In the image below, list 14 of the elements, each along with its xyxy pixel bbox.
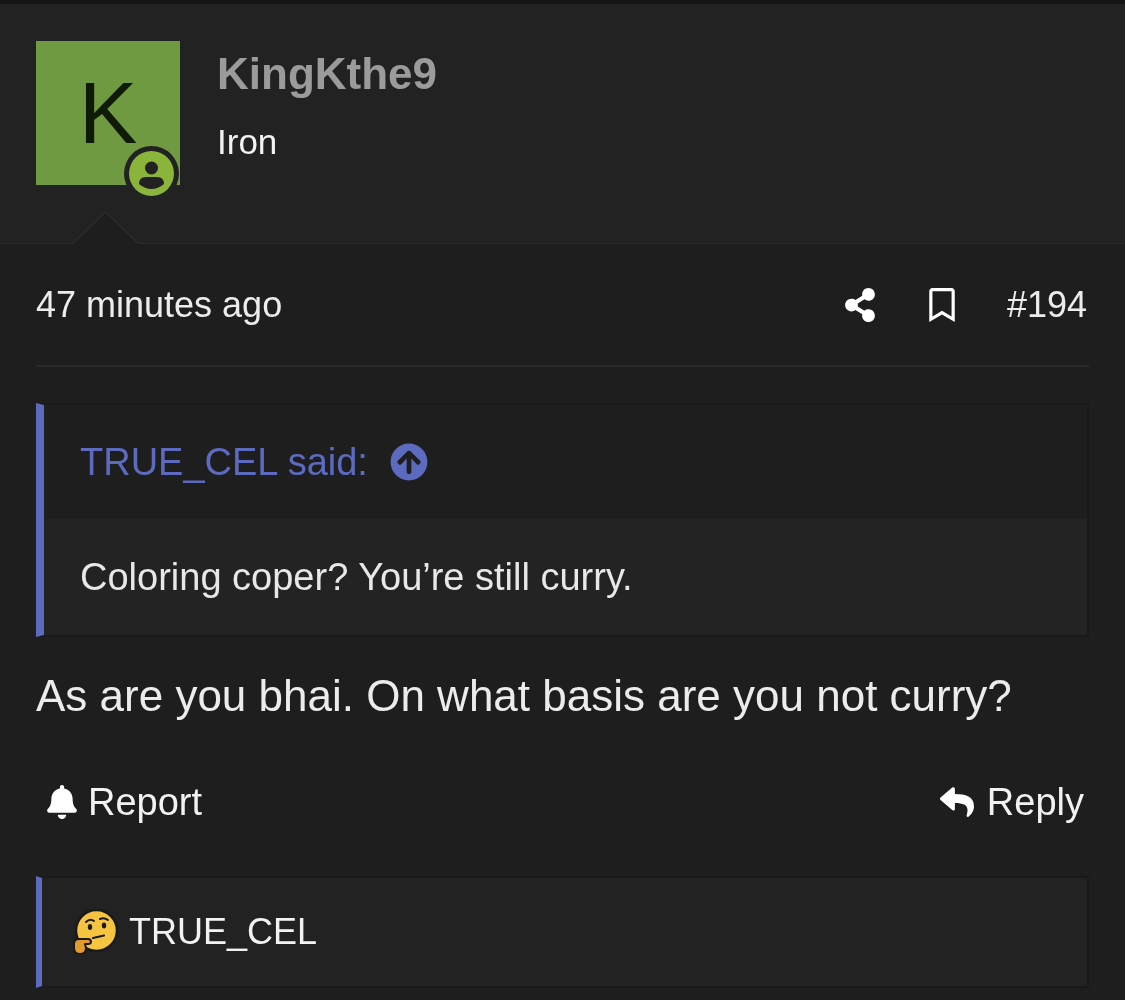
reply-button[interactable]: Reply: [939, 783, 1084, 821]
avatar-initial: K: [78, 69, 138, 157]
post-number-link[interactable]: #194: [1006, 286, 1087, 323]
reply-arrow-icon: [939, 785, 974, 819]
bell-icon: [45, 785, 79, 819]
thinking-face-emoji-icon: [71, 908, 119, 956]
username-link[interactable]: KingKthe9: [217, 52, 437, 96]
report-button[interactable]: Report: [45, 783, 203, 821]
quote-text: Coloring coper? You’re still curry.: [80, 558, 633, 596]
message-text: As are you bhai. On what basis are you not curry?: [36, 671, 1012, 720]
post-time-link[interactable]: 47 minutes ago: [36, 286, 283, 323]
share-icon[interactable]: [842, 287, 877, 322]
user-title: Iron: [217, 124, 279, 159]
reactions-users-link[interactable]: TRUE_CEL: [129, 914, 318, 950]
